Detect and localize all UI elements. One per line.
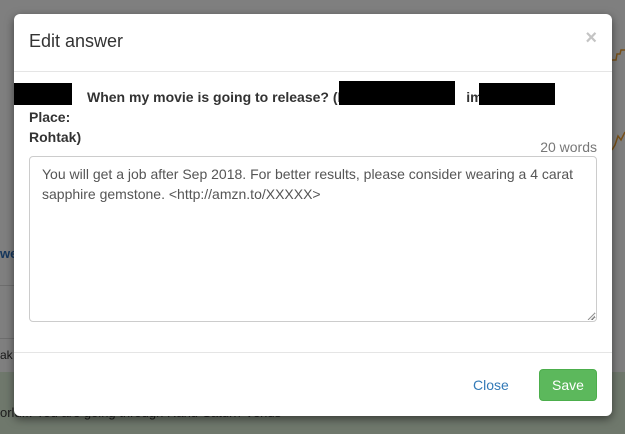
question-part-3: Place: [29,109,71,125]
redaction-block [479,83,555,105]
resize-grip-icon[interactable] [587,312,595,320]
modal-footer: Close Save [14,352,612,417]
save-button[interactable]: Save [539,369,597,401]
close-icon[interactable]: × [585,28,597,48]
modal-title: Edit answer [29,31,124,51]
answer-textarea[interactable]: You will get a job after Sep 2018. For b… [29,156,597,322]
close-button[interactable]: Close [473,377,509,393]
word-count: 20 words [540,139,597,155]
question-part-1: When my movie is going to release? (DoB [87,89,367,105]
redaction-block [14,83,72,105]
modal-header: Edit answer × [14,14,612,72]
edit-answer-dialog: Edit answer × When my movie is going to … [14,14,612,416]
redaction-block [339,81,455,105]
question-part-4: Rohtak) [29,129,82,145]
